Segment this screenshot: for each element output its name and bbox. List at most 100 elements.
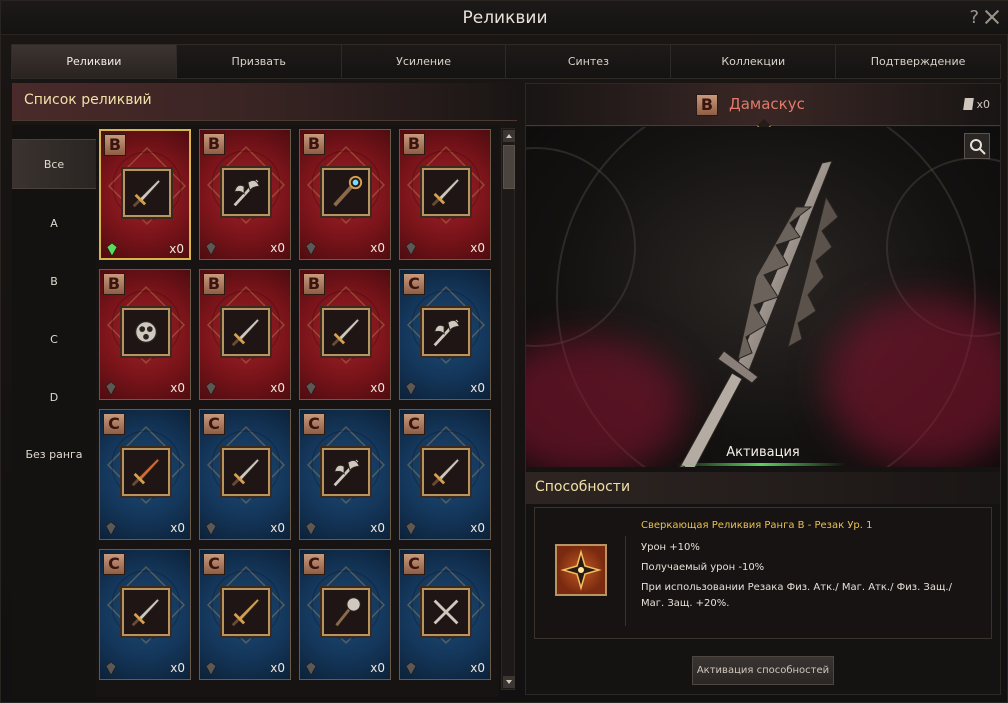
tab-collections[interactable]: Коллекции: [671, 45, 837, 78]
relic-grade-badge: C: [203, 413, 225, 435]
relic-card[interactable]: Cx0: [199, 409, 291, 540]
tab-relics[interactable]: Реликвии: [12, 45, 177, 78]
relic-card[interactable]: Bx0: [399, 129, 491, 260]
relic-detail-panel: B Дамаскус x0 Активация Способности Свер…: [525, 83, 1001, 695]
relic-grade-badge: B: [403, 133, 425, 155]
gray-gem-icon: [406, 382, 416, 395]
tab-confirmation[interactable]: Подтверждение: [836, 45, 1000, 78]
crossed-swords-icon: [433, 599, 459, 625]
relic-icon-frame: [222, 588, 270, 636]
relic-icon-frame: [322, 308, 370, 356]
filter-no-rank[interactable]: Без ранга: [12, 429, 96, 479]
tab-summon[interactable]: Призвать: [176, 45, 342, 78]
relic-list-header: Список реликвий: [12, 83, 517, 121]
relic-grade-badge: C: [303, 413, 325, 435]
gray-gem-icon: [306, 242, 316, 255]
filter-grade-b[interactable]: B: [12, 256, 96, 306]
scroll-down-arrow-icon[interactable]: [503, 676, 515, 688]
relic-list-scrollbar[interactable]: [501, 128, 515, 690]
relic-grade-badge: C: [403, 273, 425, 295]
relic-card[interactable]: Cx0: [399, 269, 491, 400]
relic-card[interactable]: Bx0: [99, 269, 191, 400]
relic-grade-badge: C: [303, 553, 325, 575]
ability-title: Сверкающая Реликвия Ранга B - Резак Ур. …: [641, 520, 873, 531]
ability-effect: Получаемый урон -10%: [641, 562, 765, 573]
relic-count: x0: [169, 242, 184, 256]
ability-box: Сверкающая Реликвия Ранга B - Резак Ур. …: [534, 507, 992, 639]
fist-weapon-icon: [134, 320, 158, 344]
relic-count: x0: [370, 521, 385, 535]
abilities-title: Способности: [535, 479, 631, 495]
relic-card[interactable]: Cx0: [99, 409, 191, 540]
gray-gem-icon: [406, 662, 416, 675]
relic-card[interactable]: Bx0: [199, 129, 291, 260]
relic-card[interactable]: Cx0: [299, 549, 391, 680]
relic-showcase: Активация: [526, 127, 1000, 467]
relic-card[interactable]: Bx0: [99, 129, 191, 260]
relic-icon-frame: [422, 168, 470, 216]
relic-count: x0: [270, 241, 285, 255]
activate-abilities-button[interactable]: Активация способностей: [692, 656, 834, 685]
tab-synthesis[interactable]: Синтез: [506, 45, 672, 78]
activation-label[interactable]: Активация: [526, 445, 1000, 460]
filter-grade-d[interactable]: D: [12, 372, 96, 422]
owned-count-value: x0: [976, 98, 990, 111]
tab-bar: Реликвии Призвать Усиление Синтез Коллек…: [11, 44, 1001, 79]
axe-icon: [433, 319, 461, 347]
relic-grade-badge: B: [203, 133, 225, 155]
green-gem-icon: [107, 243, 117, 256]
relic-grade-badge: B: [104, 134, 126, 156]
scroll-thumb[interactable]: [503, 145, 515, 189]
relic-grade-badge: C: [403, 413, 425, 435]
relic-icon-frame: [322, 168, 370, 216]
short-sword-icon: [231, 458, 260, 487]
gray-gem-icon: [206, 242, 216, 255]
close-icon[interactable]: [983, 5, 1001, 27]
relic-count: x0: [370, 241, 385, 255]
relic-icon-frame: [222, 308, 270, 356]
relic-card[interactable]: Cx0: [199, 549, 291, 680]
relic-count: x0: [270, 661, 285, 675]
relic-grade-badge: B: [303, 133, 325, 155]
title-bar: Реликвии ?: [1, 1, 1008, 35]
relic-icon-frame: [422, 588, 470, 636]
gray-gem-icon: [306, 382, 316, 395]
relic-grade-badge: C: [103, 413, 125, 435]
help-icon[interactable]: ?: [969, 7, 979, 28]
relic-card[interactable]: Cx0: [99, 549, 191, 680]
grade-filter-sidebar: Все A B C D Без ранга: [12, 125, 96, 697]
sword-icon: [431, 178, 460, 207]
relic-card[interactable]: Bx0: [299, 129, 391, 260]
zoom-button[interactable]: [964, 133, 990, 159]
relic-grade-badge: C: [103, 553, 125, 575]
relic-name: Дамаскус: [729, 95, 805, 113]
gray-gem-icon: [406, 242, 416, 255]
greatsword-icon: [132, 179, 161, 208]
relic-icon-frame: [122, 308, 170, 356]
relic-grade-badge: B: [203, 273, 225, 295]
filter-grade-c[interactable]: C: [12, 314, 96, 364]
relic-count: x0: [470, 241, 485, 255]
relic-icon-frame: [322, 588, 370, 636]
tab-enhance[interactable]: Усиление: [341, 45, 507, 78]
relic-icon-frame: [222, 448, 270, 496]
relic-grade-badge: B: [696, 94, 718, 116]
relic-grade-badge: C: [403, 553, 425, 575]
relic-count: x0: [270, 381, 285, 395]
relic-card[interactable]: Bx0: [299, 269, 391, 400]
relic-card[interactable]: Cx0: [399, 409, 491, 540]
activation-glow: [676, 463, 846, 466]
relic-card[interactable]: Cx0: [399, 549, 491, 680]
gray-gem-icon: [306, 522, 316, 535]
filter-all[interactable]: Все: [12, 139, 96, 189]
relic-icon-frame: [322, 448, 370, 496]
filter-grade-a[interactable]: A: [12, 198, 96, 248]
scroll-up-arrow-icon[interactable]: [503, 130, 515, 142]
gray-gem-icon: [206, 382, 216, 395]
relic-icon-frame: [422, 448, 470, 496]
relic-count: x0: [470, 381, 485, 395]
relic-grade-badge: B: [303, 273, 325, 295]
relic-card[interactable]: Cx0: [299, 409, 391, 540]
mace-icon: [335, 597, 361, 627]
relic-card[interactable]: Bx0: [199, 269, 291, 400]
